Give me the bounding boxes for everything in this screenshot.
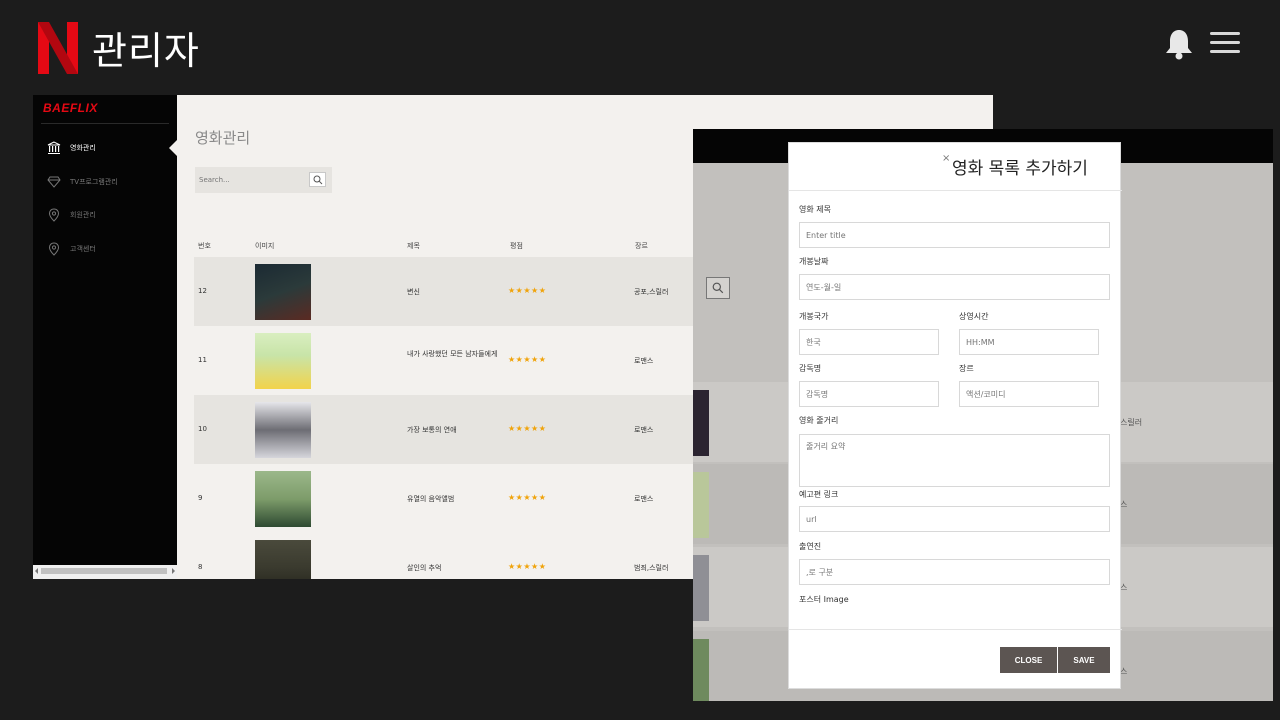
- sidebar-item-movies[interactable]: 영화관리: [47, 140, 96, 156]
- movie-genre: 스: [1120, 667, 1128, 676]
- column-header: 이미지: [255, 242, 275, 250]
- column-header: 평점: [510, 242, 523, 250]
- plot-textarea[interactable]: [799, 434, 1110, 487]
- runtime-input[interactable]: [959, 329, 1099, 355]
- bank-icon: [47, 141, 61, 155]
- page-title: 관리자: [92, 29, 200, 73]
- movie-poster-image: [693, 639, 709, 701]
- sidebar-item-label: 영화관리: [70, 144, 96, 152]
- sidebar-item-support[interactable]: 고객센터: [47, 241, 96, 257]
- release-date-input[interactable]: [799, 274, 1110, 300]
- movie-title: 살인의 추억: [407, 564, 442, 572]
- top-bar: 관리자: [0, 0, 1280, 95]
- sidebar: BAEFLIX 영화관리 TV프로그램관리 회원관리 고객센터: [33, 95, 177, 579]
- save-button[interactable]: SAVE: [1058, 647, 1110, 673]
- movie-poster-image: [255, 333, 311, 389]
- horizontal-scrollbar[interactable]: [33, 565, 177, 579]
- rating-stars: ★★★★★: [508, 355, 547, 364]
- sidebar-item-label: TV프로그램관리: [70, 178, 118, 186]
- scrollbar-thumb[interactable]: [41, 568, 167, 574]
- bell-icon[interactable]: [1164, 28, 1194, 60]
- country-label: 개봉국가: [799, 312, 829, 321]
- close-button[interactable]: CLOSE: [1000, 647, 1057, 673]
- row-number: 11: [198, 356, 207, 364]
- sidebar-divider: [41, 123, 169, 124]
- movie-poster-image: [693, 390, 709, 456]
- movie-poster-image: [693, 555, 709, 621]
- sidebar-brand-logo: BAEFLIX: [43, 101, 98, 115]
- location-pin-icon: [47, 242, 61, 256]
- sidebar-item-tv[interactable]: TV프로그램관리: [47, 174, 118, 190]
- movie-poster-image: [255, 540, 311, 579]
- cast-label: 출연진: [799, 542, 822, 551]
- row-number: 8: [198, 563, 203, 571]
- search-icon: [712, 282, 724, 294]
- movie-poster-image: [255, 264, 311, 320]
- close-icon[interactable]: ×: [942, 153, 950, 164]
- rating-stars: ★★★★★: [508, 562, 547, 571]
- poster-label: 포스터 Image: [799, 595, 849, 604]
- movie-genre: 로맨스: [634, 426, 654, 434]
- location-pin-icon: [47, 208, 61, 222]
- director-label: 감독명: [799, 364, 822, 373]
- movie-poster-image: [255, 471, 311, 527]
- active-item-pointer: [169, 140, 177, 156]
- movie-genre: 스: [1120, 500, 1128, 509]
- diamond-icon: [47, 175, 61, 189]
- sidebar-item-label: 고객센터: [70, 245, 96, 253]
- sidebar-item-members[interactable]: 회원관리: [47, 207, 96, 223]
- row-number: 12: [198, 287, 207, 295]
- search-button: [706, 277, 730, 299]
- movie-title: 유열의 음악앨범: [407, 495, 455, 503]
- row-number: 9: [198, 494, 203, 502]
- country-input[interactable]: [799, 329, 939, 355]
- section-title: 영화관리: [195, 129, 251, 147]
- rating-stars: ★★★★★: [508, 493, 547, 502]
- cast-input[interactable]: [799, 559, 1110, 585]
- rating-stars: ★★★★★: [508, 286, 547, 295]
- hamburger-menu-icon[interactable]: [1210, 32, 1240, 56]
- genre-label: 장르: [959, 364, 974, 373]
- runtime-label: 상영시간: [959, 312, 989, 321]
- trailer-url-input[interactable]: [799, 506, 1110, 532]
- movie-genre: 공포,스릴러: [634, 288, 669, 296]
- genre-input[interactable]: [959, 381, 1099, 407]
- rating-stars: ★★★★★: [508, 424, 547, 433]
- movie-poster-image: [693, 472, 709, 538]
- search-box: [195, 167, 332, 193]
- trailer-label: 예고편 링크: [799, 490, 839, 499]
- scroll-left-icon[interactable]: [35, 568, 38, 574]
- movie-poster-image: [255, 402, 311, 458]
- movie-genre: 로맨스: [634, 357, 654, 365]
- scroll-right-icon[interactable]: [172, 568, 175, 574]
- release-date-label: 개봉날짜: [799, 257, 829, 266]
- column-header: 장르: [635, 242, 648, 250]
- movie-genre: 스: [1120, 583, 1128, 592]
- row-number: 10: [198, 425, 207, 433]
- column-header: 번호: [198, 242, 211, 250]
- plot-label: 영화 줄거리: [799, 416, 839, 425]
- director-input[interactable]: [799, 381, 939, 407]
- search-icon: [313, 175, 322, 184]
- column-header: 제목: [407, 242, 420, 250]
- netflix-logo-icon: [38, 22, 78, 74]
- movie-genre: 스릴러: [1120, 418, 1143, 427]
- modal-footer-divider: [789, 629, 1122, 630]
- modal-header: × 영화 목록 추가하기: [789, 143, 1122, 191]
- movie-genre: 범죄,스릴러: [634, 564, 669, 572]
- movie-title: 가장 보통의 연애: [407, 426, 457, 434]
- title-label: 영화 제목: [799, 205, 831, 214]
- title-input[interactable]: [799, 222, 1110, 248]
- movie-genre: 로맨스: [634, 495, 654, 503]
- sidebar-item-label: 회원관리: [70, 211, 96, 219]
- movie-title: 변신: [407, 288, 420, 296]
- search-input[interactable]: [199, 173, 299, 187]
- movie-title: 내가 사랑했던 모든 남자들에게: [407, 350, 498, 358]
- modal-title: 영화 목록 추가하기: [952, 159, 1088, 179]
- add-movie-modal: × 영화 목록 추가하기 영화 제목 개봉날짜 개봉국가 상영시간 감독명 장르…: [788, 142, 1122, 689]
- search-button[interactable]: [309, 172, 326, 187]
